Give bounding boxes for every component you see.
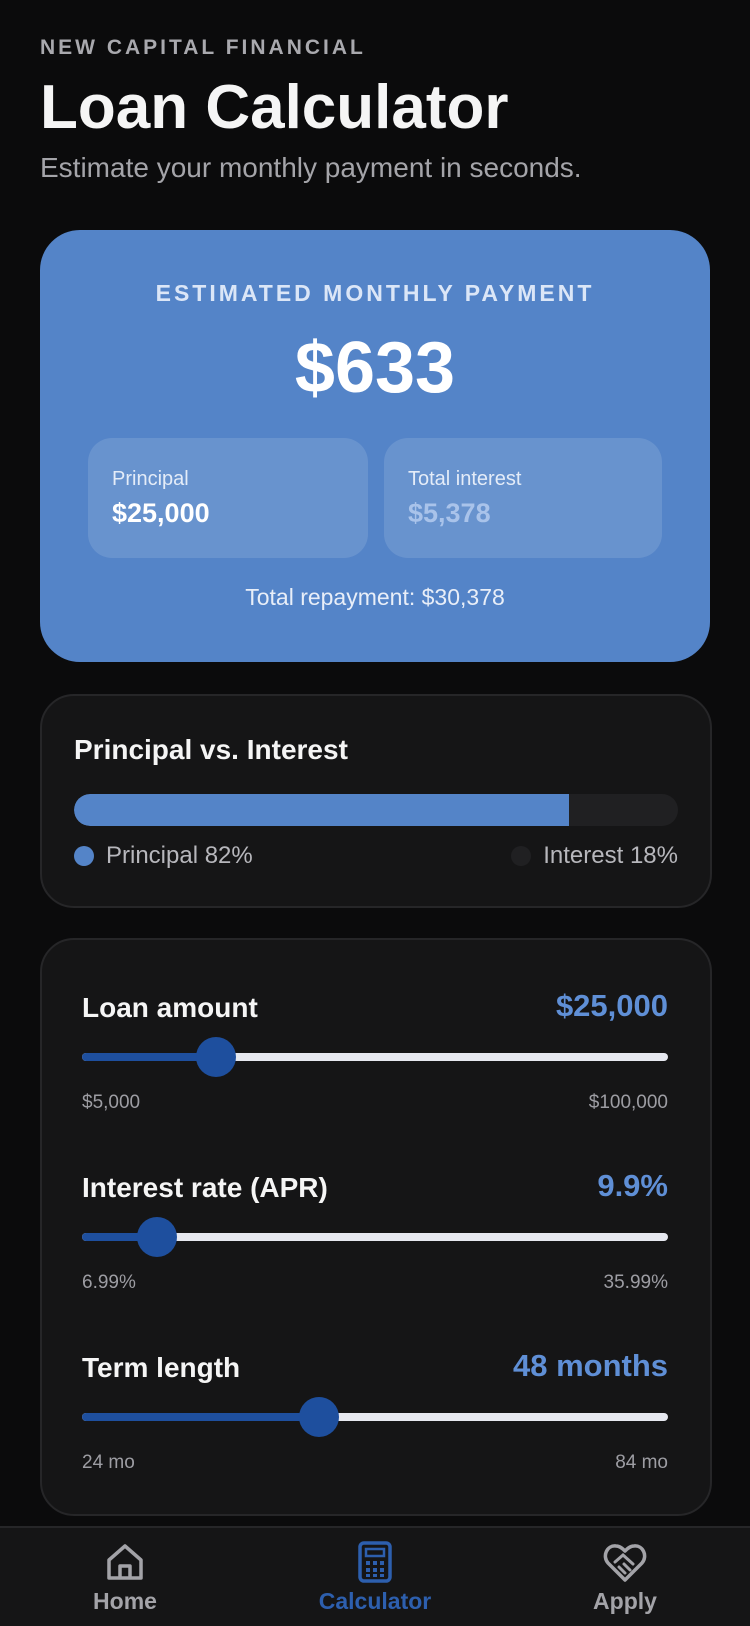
interest-tile: Total interest $5,378 [384, 438, 662, 558]
principal-value: $25,000 [112, 498, 210, 528]
monthly-payment-value: $633 [294, 328, 456, 408]
term-length-slider-thumb[interactable] [299, 1397, 340, 1437]
total-interest-value: $5,378 [408, 498, 491, 528]
total-interest-label: Total interest [408, 468, 522, 490]
loan-amount-min: $5,000 [82, 1092, 141, 1113]
term-length-slider[interactable] [82, 1413, 668, 1421]
handshake-heart-icon [603, 1544, 647, 1582]
interest-rate-value: 9.9% [597, 1168, 668, 1203]
nav-item-apply[interactable]: Apply [545, 1540, 705, 1615]
nav-item-home[interactable]: Home [45, 1540, 205, 1615]
breakdown-bar [74, 794, 678, 826]
bottom-nav: Home Calculator Apply [0, 1526, 750, 1626]
loan-amount-row: Loan amount $25,000 $5,000 $100,000 [82, 980, 668, 1130]
interest-legend-label: Interest 18% [543, 842, 678, 869]
interest-rate-min: 6.99% [82, 1272, 136, 1293]
calculator-icon [358, 1541, 392, 1583]
nav-label-home: Home [93, 1588, 157, 1614]
principal-interest-card: Principal vs. Interest Principal 82% Int… [40, 694, 712, 908]
total-repayment: Total repayment: $30,378 [245, 584, 505, 610]
principal-legend: Principal 82% [74, 842, 253, 870]
loan-amount-value: $25,000 [555, 988, 668, 1023]
loan-amount-max: $100,000 [588, 1092, 668, 1113]
payment-summary-card: ESTIMATED MONTHLY PAYMENT $633 Principal… [40, 230, 710, 662]
term-length-slider-fill [82, 1413, 320, 1421]
term-length-value: 48 months [512, 1348, 668, 1383]
term-length-row: Term length 48 months 24 mo 84 mo [82, 1340, 668, 1490]
term-length-max: 84 mo [615, 1452, 668, 1473]
interest-rate-slider-thumb[interactable] [137, 1217, 177, 1257]
home-icon [107, 1544, 143, 1580]
principal-legend-dot [74, 846, 94, 866]
interest-rate-max: 35.99% [603, 1272, 668, 1293]
loan-amount-slider-thumb[interactable] [195, 1037, 236, 1077]
loan-inputs-card: Loan amount $25,000 $5,000 $100,000 Inte… [40, 938, 712, 1516]
principal-label: Principal [112, 468, 189, 490]
interest-legend-dot [511, 846, 532, 866]
page-subtitle: Estimate your monthly payment in seconds… [40, 152, 582, 183]
breakdown-title: Principal vs. Interest [74, 734, 348, 765]
principal-bar-fill [74, 794, 570, 826]
term-length-label: Term length [82, 1352, 241, 1383]
principal-legend-label: Principal 82% [106, 842, 253, 869]
interest-rate-row: Interest rate (APR) 9.9% 6.99% 35.99% [82, 1160, 668, 1310]
term-length-min: 24 mo [82, 1452, 135, 1473]
interest-legend: Interest 18% [511, 842, 678, 870]
loan-amount-label: Loan amount [82, 992, 258, 1023]
monthly-payment-label: ESTIMATED MONTHLY PAYMENT [155, 280, 595, 306]
page-title: Loan Calculator [40, 73, 509, 142]
principal-tile: Principal $25,000 [88, 438, 368, 558]
brand-eyebrow: NEW CAPITAL FINANCIAL [40, 36, 366, 59]
interest-rate-label: Interest rate (APR) [82, 1172, 328, 1203]
nav-label-calculator: Calculator [318, 1588, 432, 1614]
nav-label-apply: Apply [593, 1588, 657, 1614]
nav-item-calculator[interactable]: Calculator [295, 1540, 455, 1615]
loan-amount-slider[interactable] [82, 1053, 668, 1061]
